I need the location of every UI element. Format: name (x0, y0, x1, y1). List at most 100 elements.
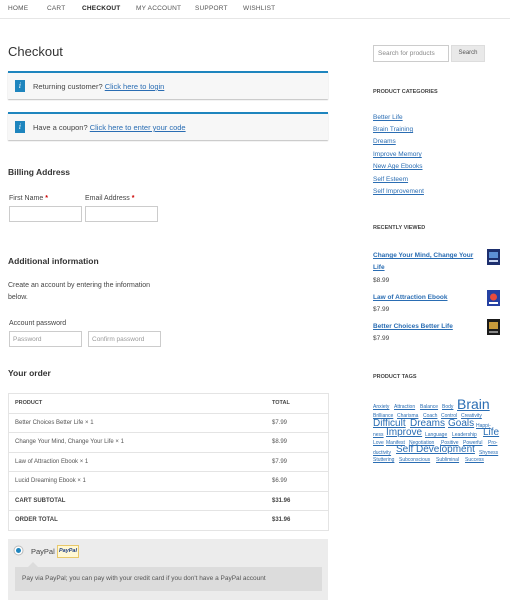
account-description: Create an account by entering the inform… (8, 282, 151, 301)
returning-customer-notice: i Returning customer? Click here to logi… (8, 71, 328, 99)
paypal-label[interactable]: PayPal (31, 547, 55, 556)
tag-link[interactable]: Shyness (479, 450, 498, 456)
category-link[interactable]: Dreams (373, 138, 396, 145)
product-search-input[interactable]: Search for products (373, 45, 449, 62)
nav-home[interactable]: HOME (8, 5, 28, 12)
additional-info-heading: Additional information (8, 256, 99, 266)
tag-link[interactable]: ness (373, 432, 384, 438)
returning-customer-text: Returning customer? (33, 82, 103, 91)
recent-product-link[interactable]: Better Choices Better Life (373, 321, 453, 333)
product-name: Better Choices Better Life (15, 419, 84, 426)
product-thumbnail[interactable] (487, 249, 500, 265)
coupon-notice: i Have a coupon? Click here to enter you… (8, 112, 328, 140)
nav-cart[interactable]: CART (47, 5, 65, 12)
product-thumbnail[interactable] (487, 290, 500, 306)
cart-subtotal-value: $31.96 (266, 490, 329, 511)
order-table: PRODUCT TOTAL Better Choices Better Life… (8, 393, 329, 531)
category-link[interactable]: Brain Training (373, 126, 413, 133)
info-icon: i (15, 80, 25, 92)
nav-my-account[interactable]: MY ACCOUNT (136, 5, 181, 12)
recent-product-price: $7.99 (373, 335, 390, 342)
tag-link[interactable]: Success (465, 457, 484, 463)
product-quantity: × 1 (79, 458, 89, 465)
tag-link[interactable]: Attraction (394, 404, 415, 410)
product-quantity: × 1 (115, 439, 124, 446)
tag-link[interactable]: Goals (448, 418, 474, 429)
tag-link[interactable]: Improve (386, 427, 422, 438)
tag-link[interactable]: ductivity (373, 450, 391, 456)
tag-link[interactable]: Leadership (452, 432, 477, 438)
required-marker: * (45, 195, 48, 202)
nav-support[interactable]: SUPPORT (195, 5, 228, 12)
enter-coupon-link[interactable]: Click here to enter your code (90, 123, 186, 132)
order-total-label: ORDER TOTAL (8, 510, 266, 530)
tag-link[interactable]: Stuttering (373, 457, 394, 463)
product-name: Law of Attraction Ebook (15, 458, 79, 465)
category-link[interactable]: New Age Ebooks (373, 163, 423, 170)
paypal-description: Pay via PayPal; you can pay with your cr… (15, 567, 322, 591)
order-total-row: ORDER TOTAL $31.96 (8, 510, 329, 530)
nav-wishlist[interactable]: WISHLIST (243, 5, 275, 12)
cart-subtotal-label: CART SUBTOTAL (8, 490, 266, 511)
cart-subtotal-row: CART SUBTOTAL $31.96 (8, 490, 329, 511)
login-link[interactable]: Click here to login (105, 82, 165, 91)
confirm-password-field[interactable]: Confirm password (88, 331, 161, 347)
first-name-field[interactable] (9, 206, 82, 222)
tag-link[interactable]: Body (442, 404, 453, 410)
order-row: Better Choices Better Life × 1 $7.99 (8, 412, 329, 433)
line-total: $7.99 (266, 451, 329, 472)
tag-link[interactable]: Love (373, 440, 384, 446)
page-title: Checkout (8, 44, 63, 59)
product-tags-heading: PRODUCT TAGS (373, 374, 417, 380)
product-quantity: × 1 (77, 478, 86, 485)
payment-methods: PayPal PayPal Pay via PayPal; you can pa… (8, 539, 328, 600)
coupon-text: Have a coupon? (33, 123, 88, 132)
tag-link[interactable]: Self Development (396, 444, 475, 455)
category-link[interactable]: Self Improvement (373, 188, 424, 195)
first-name-label: First Name * (9, 195, 48, 202)
paypal-logo-icon: PayPal (57, 545, 79, 558)
order-row: Lucid Dreaming Ebook × 1 $6.99 (8, 471, 329, 491)
product-name: Lucid Dreaming Ebook (15, 478, 76, 485)
product-thumbnail[interactable] (487, 319, 500, 335)
product-categories-heading: PRODUCT CATEGORIES (373, 89, 438, 95)
col-total-header: TOTAL (266, 393, 329, 413)
tag-link[interactable]: Anxiety (373, 404, 389, 410)
email-label: Email Address * (85, 195, 135, 202)
category-link[interactable]: Self Esteem (373, 176, 408, 183)
tag-link[interactable]: Subliminal (436, 457, 459, 463)
top-navigation: HOME CART CHECKOUT MY ACCOUNT SUPPORT WI… (0, 0, 510, 19)
account-password-label: Account password (9, 320, 67, 327)
password-field[interactable]: Password (9, 331, 82, 347)
recently-viewed-heading: RECENTLY VIEWED (373, 225, 426, 231)
tag-link[interactable]: Brain (457, 396, 490, 412)
tag-link[interactable]: Balance (420, 404, 438, 410)
tag-link[interactable]: Language (425, 432, 447, 438)
category-link[interactable]: Improve Memory (373, 151, 422, 158)
product-quantity: × 1 (85, 419, 94, 426)
order-total-value: $31.96 (266, 510, 329, 530)
tag-link[interactable]: Pro- (488, 440, 497, 446)
required-marker: * (131, 195, 135, 202)
col-product-header: PRODUCT (8, 393, 266, 413)
order-header-row: PRODUCT TOTAL (8, 393, 329, 413)
search-button[interactable]: Search (451, 45, 485, 62)
product-name: Change Your Mind, Change Your Life (15, 439, 114, 446)
recent-product-link[interactable]: Change Your Mind, Change Your Life (373, 250, 483, 274)
order-row: Law of Attraction Ebook × 1 $7.99 (8, 451, 329, 472)
tag-link[interactable]: Subconscious (399, 457, 430, 463)
recent-product-price: $8.99 (373, 277, 390, 284)
line-total: $7.99 (266, 412, 329, 433)
email-field[interactable] (85, 206, 158, 222)
billing-heading: Billing Address (8, 167, 71, 177)
your-order-heading: Your order (8, 368, 51, 378)
line-total: $8.99 (266, 432, 329, 452)
line-total: $6.99 (266, 471, 329, 491)
paypal-radio[interactable] (16, 548, 21, 553)
recent-product-price: $7.99 (373, 306, 390, 313)
recent-product-link[interactable]: Law of Attraction Ebook (373, 292, 448, 304)
category-link[interactable]: Better Life (373, 114, 403, 121)
info-icon: i (15, 121, 25, 133)
tag-link[interactable]: Life (483, 427, 499, 438)
nav-checkout[interactable]: CHECKOUT (82, 5, 120, 12)
